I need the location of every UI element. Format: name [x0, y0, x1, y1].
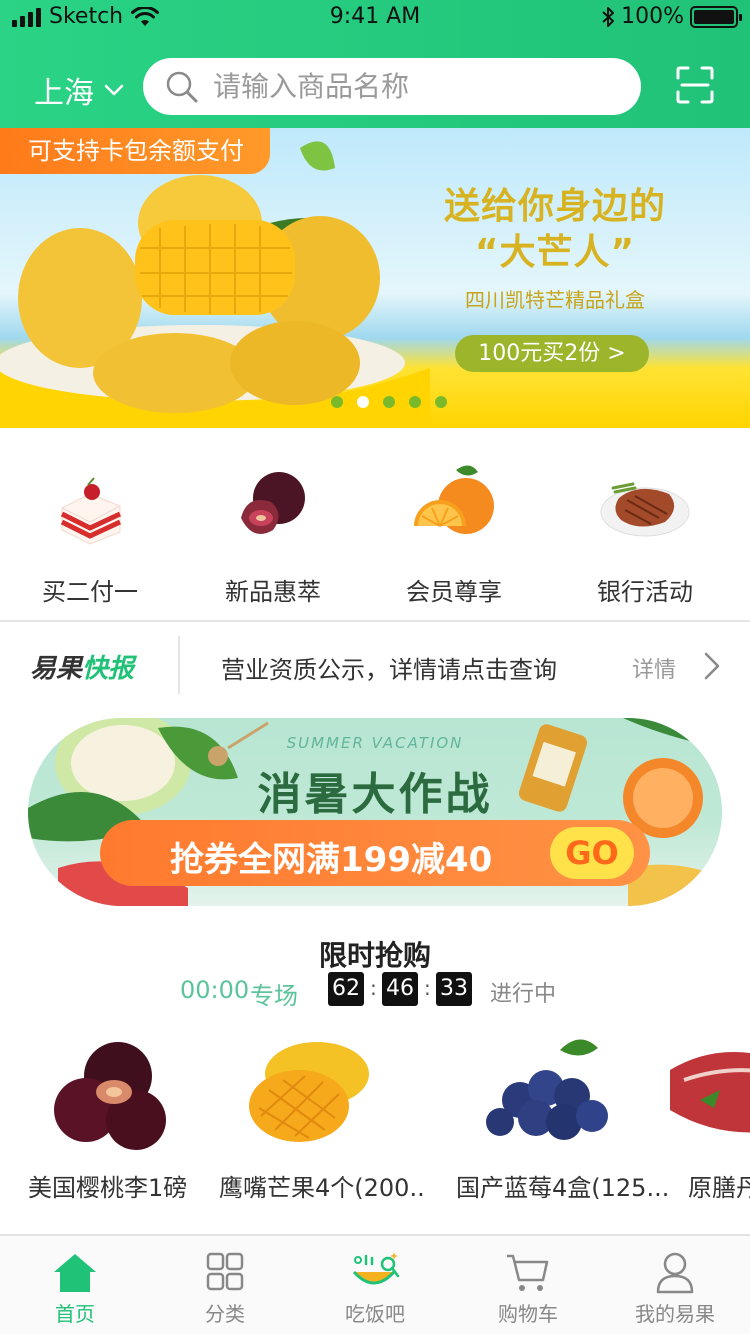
- hero-title: 送给你身边的 “大芒人”: [400, 184, 710, 276]
- tab-label: 我的易果: [635, 1302, 715, 1326]
- news-logo-part2: 快报: [82, 654, 135, 684]
- product-card[interactable]: 原膳丹: [660, 1030, 750, 1203]
- carousel-dot[interactable]: [435, 396, 447, 408]
- promo-banner[interactable]: SUMMER VACATION 消暑大作战 抢券全网满199减40 GO: [28, 718, 722, 906]
- mango-icon: [249, 1042, 369, 1142]
- tab-label: 吃饭吧: [345, 1302, 405, 1326]
- countdown-colon: :: [424, 976, 431, 1000]
- plum-icon: [241, 472, 305, 534]
- category-item-buy-two[interactable]: 买二付一: [0, 458, 180, 607]
- promo-title: 消暑大作战: [257, 769, 493, 820]
- payment-tag: 可支持卡包余额支付: [0, 128, 270, 174]
- tab-dining[interactable]: 吃饭吧: [300, 1250, 450, 1327]
- promo-go-button[interactable]: GO: [550, 827, 634, 879]
- countdown-minutes: 46: [382, 972, 418, 1006]
- app-header: Sketch 9:41 AM 100% 上海: [0, 0, 750, 128]
- hero-title-line1: 送给你身边的: [443, 186, 666, 227]
- chevron-down-icon: [104, 84, 124, 96]
- orange-icon: [414, 465, 494, 534]
- session-time: 00:00: [180, 976, 250, 1004]
- search-icon: [166, 71, 198, 102]
- product-name: 鹰嘴芒果4个(200...: [219, 1174, 425, 1202]
- category-item-new[interactable]: 新品惠萃: [183, 458, 363, 607]
- battery-level: [694, 9, 734, 24]
- promo-subtitle-en: SUMMER VACATION: [286, 734, 464, 752]
- tab-label: 购物车: [498, 1302, 558, 1326]
- battery-icon: [690, 5, 742, 28]
- tab-profile[interactable]: 我的易果: [600, 1250, 750, 1327]
- sale-status: 进行中: [490, 982, 557, 1007]
- countdown-hours: 62: [328, 972, 364, 1006]
- carousel-dot[interactable]: [357, 396, 369, 408]
- carousel-dot[interactable]: [409, 396, 421, 408]
- tab-home[interactable]: 首页: [0, 1250, 150, 1327]
- plum-icon: [54, 1042, 166, 1150]
- session-label: 专场: [250, 982, 298, 1010]
- promo-coupon-bar[interactable]: 抢券全网满199减40 GO: [100, 820, 650, 886]
- status-bar: Sketch 9:41 AM 100%: [0, 0, 750, 40]
- carousel-dot[interactable]: [383, 396, 395, 408]
- carousel-dots[interactable]: [331, 396, 447, 408]
- user-icon: [656, 1252, 694, 1294]
- product-card[interactable]: 美国樱桃李1磅: [10, 1030, 210, 1203]
- scan-icon[interactable]: [676, 66, 714, 104]
- news-headline[interactable]: 营业资质公示，详情请点击查询: [221, 650, 557, 685]
- flash-sale-session: 00:00 专场 62 : 46 : 33 进行中: [0, 972, 750, 1010]
- chevron-right-icon[interactable]: [703, 651, 721, 681]
- tab-category[interactable]: 分类: [150, 1250, 300, 1327]
- tab-label: 首页: [55, 1302, 95, 1326]
- blueberry-icon: [486, 1039, 608, 1140]
- meat-icon: [670, 1052, 750, 1133]
- cake-icon: [60, 477, 122, 545]
- status-right: 100%: [601, 4, 742, 29]
- tab-cart[interactable]: 购物车: [453, 1250, 603, 1327]
- product-name: 国产蓝莓4盒(125...: [456, 1174, 670, 1202]
- category-item-member[interactable]: 会员尊享: [364, 458, 544, 607]
- battery-percent: 100%: [621, 4, 684, 29]
- category-item-bank[interactable]: 银行活动: [555, 458, 735, 607]
- tab-label: 分类: [205, 1302, 245, 1326]
- category-label: 会员尊享: [406, 578, 502, 606]
- promo-coupon-text: 抢券全网满199减40: [170, 840, 493, 880]
- bluetooth-icon: [602, 6, 615, 27]
- cart-icon: [507, 1254, 549, 1291]
- countdown-colon: :: [370, 976, 377, 1000]
- product-card[interactable]: 鹰嘴芒果4个(200...: [205, 1030, 425, 1203]
- news-logo-part1: 易果: [30, 654, 83, 684]
- product-card[interactable]: 国产蓝莓4盒(125...: [450, 1030, 669, 1203]
- hero-cta-button[interactable]: 100元买2份 >: [455, 335, 649, 372]
- bottom-tab-bar: 首页 分类 吃饭吧 购物车 我的易果: [0, 1234, 750, 1334]
- city-selector[interactable]: 上海: [34, 68, 124, 112]
- news-ticker[interactable]: 易果快报 营业资质公示，详情请点击查询 详情: [0, 622, 750, 708]
- steak-icon: [600, 482, 690, 537]
- carousel-dot[interactable]: [331, 396, 343, 408]
- countdown-seconds: 33: [436, 972, 472, 1006]
- search-bar[interactable]: [143, 58, 641, 115]
- flash-sale-title: 限时抢购: [318, 939, 431, 972]
- hero-banner[interactable]: 可支持卡包余额支付 送给你身边的 “大芒人” 四川凯特芒精品礼盒 100元买2份…: [0, 128, 750, 428]
- divider: [178, 636, 180, 694]
- product-name: 美国樱桃李1磅: [28, 1174, 188, 1202]
- news-logo: 易果快报: [30, 648, 134, 685]
- category-label: 银行活动: [597, 578, 693, 606]
- hero-title-line2: “大芒人”: [474, 232, 636, 273]
- category-label: 买二付一: [42, 578, 138, 606]
- hero-subtitle: 四川凯特芒精品礼盒: [465, 288, 645, 312]
- news-more-link[interactable]: 详情: [632, 652, 676, 684]
- search-input[interactable]: [213, 70, 613, 103]
- product-name: 原膳丹: [688, 1174, 750, 1202]
- category-entries: 买二付一 新品惠萃 会员尊享 银行活动: [0, 428, 750, 620]
- home-icon: [54, 1254, 96, 1292]
- grid-icon: [206, 1252, 244, 1291]
- dining-icon: [352, 1252, 400, 1285]
- category-label: 新品惠萃: [225, 578, 321, 606]
- city-label: 上海: [34, 76, 94, 111]
